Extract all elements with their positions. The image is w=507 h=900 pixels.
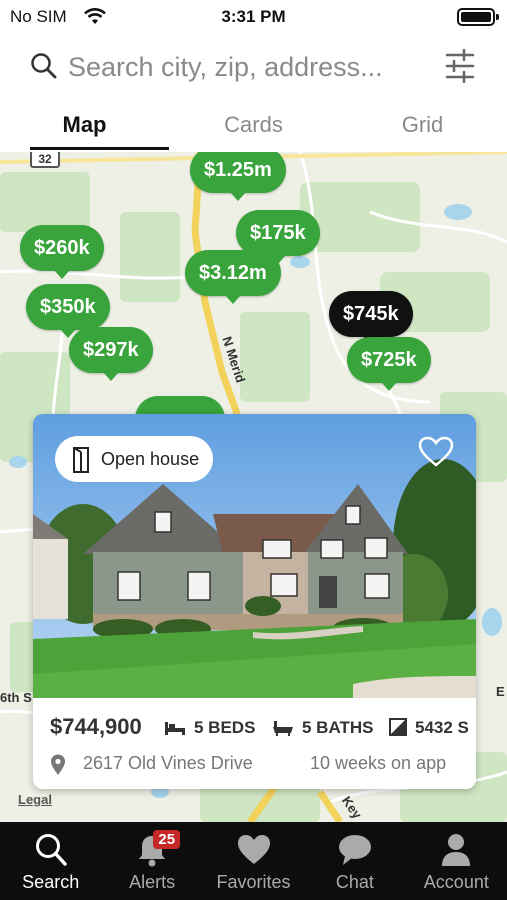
- square-footage-icon: [389, 718, 407, 736]
- price-pin[interactable]: $350k: [26, 284, 110, 338]
- route-shield: 32: [30, 152, 60, 168]
- nav-chat-label: Chat: [335, 872, 374, 892]
- road-label-6th: 6th S: [0, 690, 32, 705]
- baths-label: 5 BATHS: [302, 718, 374, 737]
- nav-chat[interactable]: Chat: [304, 822, 405, 900]
- search-icon: [31, 53, 57, 79]
- bottom-tab-bar: Search 25 Alerts Favorites Chat Account: [0, 822, 507, 900]
- listing-photo[interactable]: Open house: [33, 414, 476, 698]
- account-icon: [442, 834, 471, 866]
- legal-link[interactable]: Legal: [18, 792, 52, 807]
- favorite-heart-icon[interactable]: [418, 436, 454, 468]
- listing-age: 10 weeks on app: [310, 753, 447, 773]
- alerts-count-badge: 25: [153, 830, 181, 849]
- listing-card[interactable]: Open house $744,900 5 BEDS 5 BATHS 5432 …: [33, 414, 476, 789]
- nav-account[interactable]: Account: [406, 822, 507, 900]
- filter-sliders-icon[interactable]: [445, 49, 475, 83]
- bed-icon: [165, 722, 185, 735]
- battery-icon: [457, 8, 499, 26]
- beds-feature: 5 BEDS: [164, 718, 255, 738]
- open-house-badge: Open house: [55, 436, 214, 482]
- chat-icon: [338, 835, 371, 865]
- price-pin[interactable]: $3.12m: [185, 250, 281, 304]
- status-bar: No SIM 3:31 PM: [0, 0, 507, 34]
- price-pin[interactable]: $297k: [69, 327, 153, 381]
- view-tabs: Map Cards Grid: [0, 100, 507, 152]
- road-label-e: E: [496, 684, 505, 699]
- tab-cards[interactable]: Cards: [169, 100, 338, 152]
- baths-feature: 5 BATHS: [272, 718, 373, 738]
- price-pin-selected[interactable]: $745k: [329, 291, 413, 345]
- search-icon: [35, 834, 67, 866]
- bathtub-icon: [273, 721, 293, 736]
- open-house-label: Open house: [101, 449, 200, 469]
- search-bar: [0, 34, 507, 100]
- price-pin[interactable]: $260k: [20, 225, 104, 279]
- nav-alerts[interactable]: 25 Alerts: [101, 822, 202, 900]
- nav-search[interactable]: Search: [0, 822, 101, 900]
- listing-price: $744,900: [50, 714, 142, 739]
- tab-map[interactable]: Map: [0, 100, 169, 152]
- tab-grid[interactable]: Grid: [338, 100, 507, 152]
- listing-details: $744,900 5 BEDS 5 BATHS 5432 S 2617 Old …: [33, 698, 476, 789]
- nav-favorites[interactable]: Favorites: [203, 822, 304, 900]
- clock: 3:31 PM: [221, 7, 286, 26]
- door-icon: [73, 447, 89, 473]
- price-pin[interactable]: $1.25m: [190, 152, 286, 201]
- listing-address: 2617 Old Vines Drive: [83, 753, 253, 773]
- nav-favorites-label: Favorites: [216, 872, 291, 892]
- beds-label: 5 BEDS: [194, 718, 256, 737]
- nav-search-label: Search: [22, 872, 80, 892]
- location-pin-icon: [51, 754, 65, 775]
- search-input[interactable]: [68, 46, 428, 88]
- heart-icon: [237, 835, 270, 864]
- sqft-feature: 5432 S: [389, 718, 469, 738]
- price-pin[interactable]: $725k: [347, 337, 431, 391]
- nav-account-label: Account: [423, 872, 489, 892]
- sqft-label: 5432 S: [415, 718, 469, 737]
- nav-alerts-label: Alerts: [129, 872, 176, 892]
